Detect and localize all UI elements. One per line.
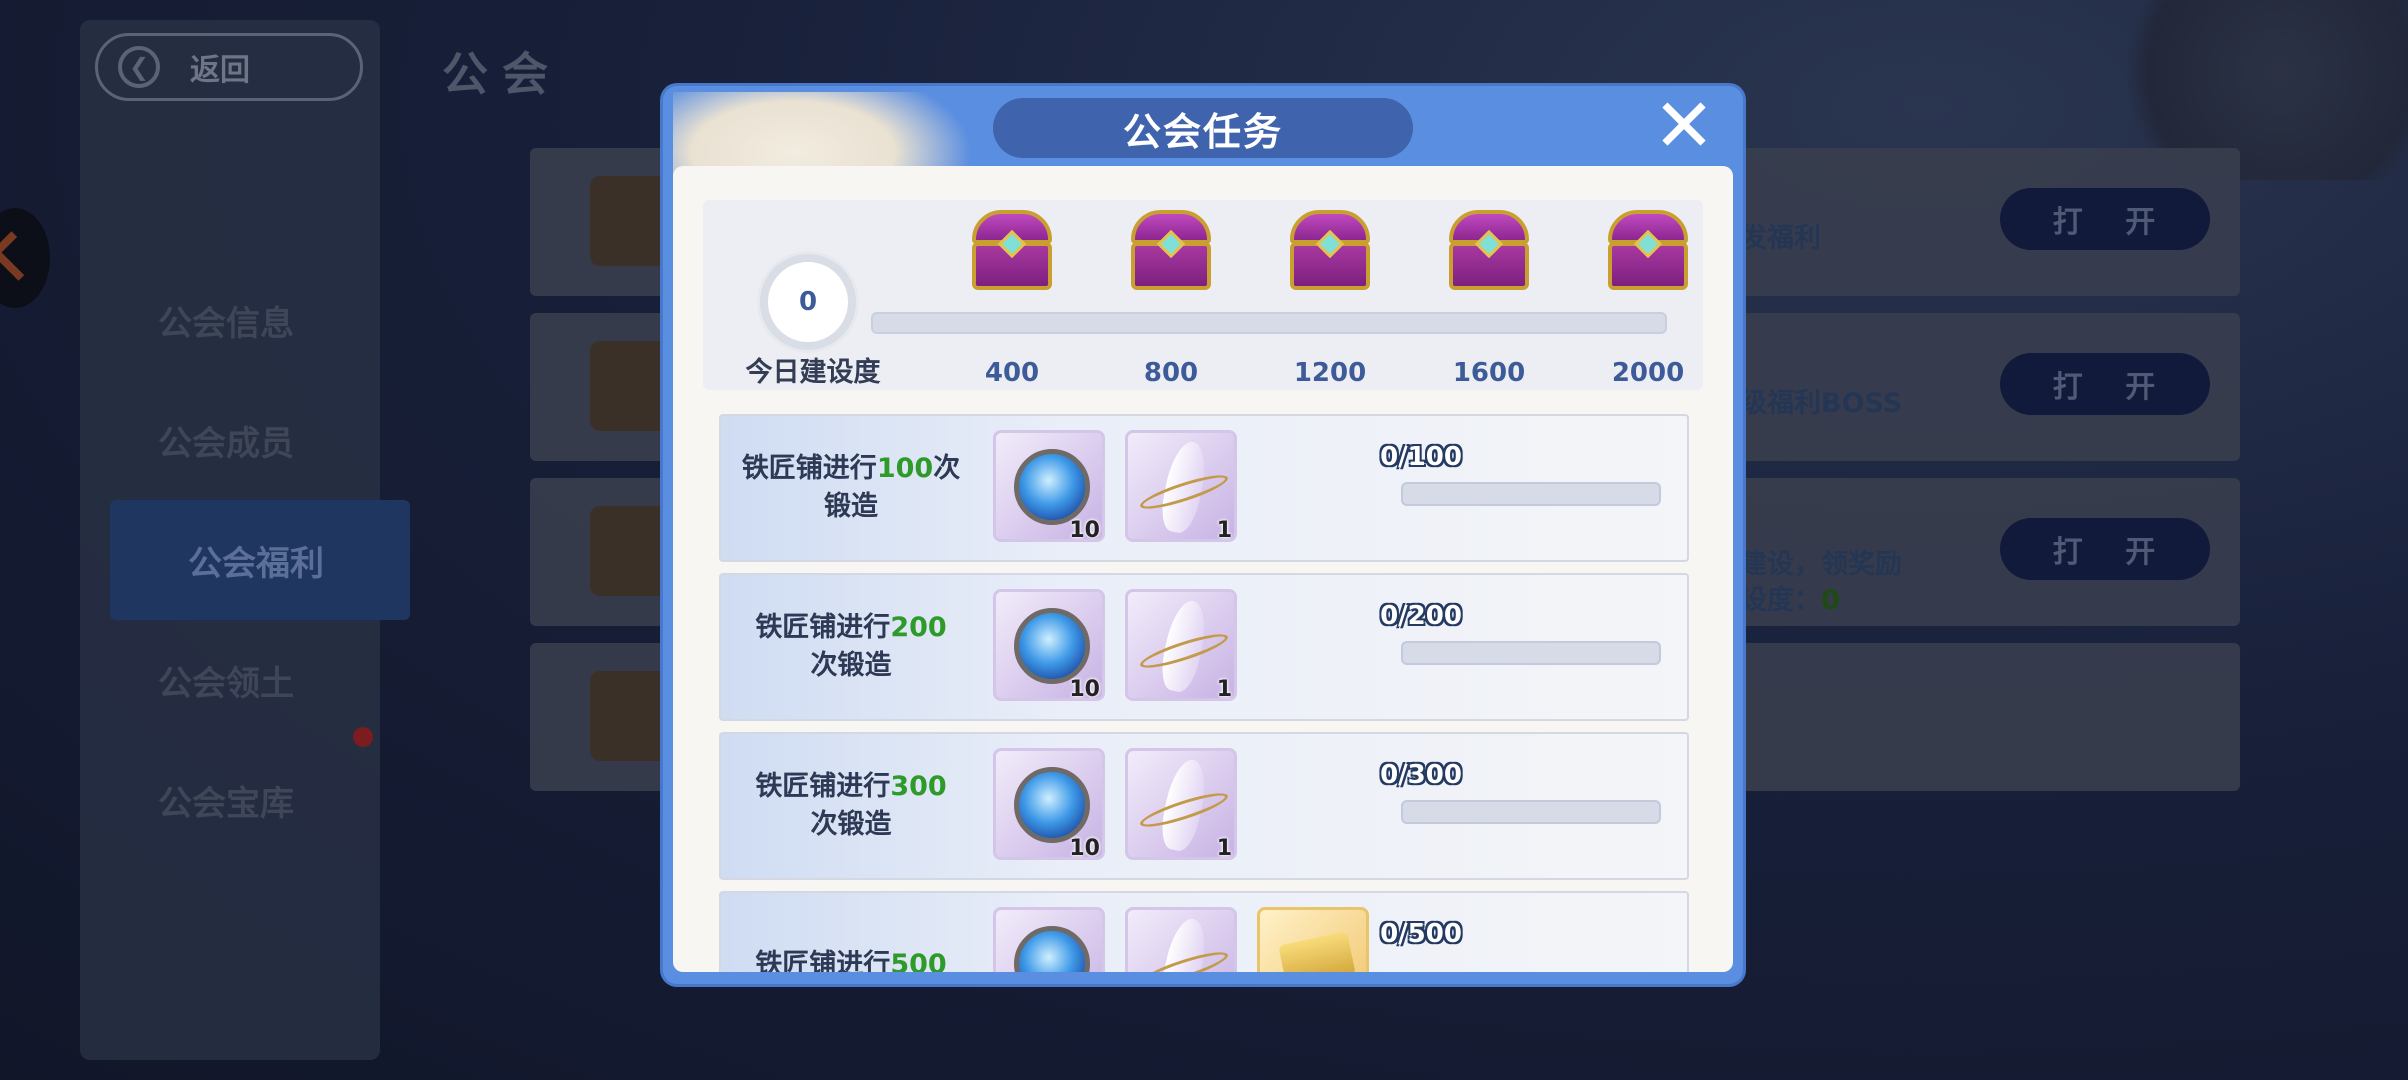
side-item-guild-welfare[interactable]: 公会福利	[110, 500, 410, 620]
task-progress-count: 0/500	[1380, 919, 1462, 949]
water-orb-icon[interactable]: 10	[993, 430, 1105, 543]
side-item-guild-members[interactable]: 公会成员	[110, 380, 410, 500]
task-text-line2: 次锻造	[810, 809, 892, 840]
task-row: 铁匠铺进行200 次锻造 10 1 0/200	[719, 573, 1689, 721]
task-progress-bar	[1401, 800, 1661, 824]
task-target-number: 100	[876, 453, 934, 484]
milestone-value: 1600	[1452, 358, 1526, 388]
reward-quantity: 10	[1069, 677, 1100, 702]
task-target-number: 200	[890, 612, 947, 643]
guild-task-modal: 公会任务 ✕ 0 今日建设度 400 800 1200 1600 2000 铁匠…	[663, 86, 1743, 984]
task-text-line2: 次锻造	[810, 650, 892, 681]
crystal-shard-icon[interactable]	[1125, 907, 1237, 972]
reward-chest-icon[interactable]	[1445, 210, 1533, 294]
money-bag-icon	[590, 341, 670, 431]
construction-progress-bar	[871, 312, 1667, 334]
house-icon	[590, 176, 670, 266]
task-description: 铁匠铺进行200 次锻造	[731, 575, 971, 719]
reward-chest-icon[interactable]	[1604, 210, 1692, 294]
task-progress-count: 0/100	[1380, 442, 1462, 472]
open-button[interactable]: 打 开	[2000, 188, 2210, 250]
book-icon	[590, 506, 670, 596]
reward-quantity: 10	[1069, 836, 1100, 861]
task-description: 铁匠铺进行300 次锻造	[731, 734, 971, 878]
task-row: 铁匠铺进行100次锻造 10 1 0/100	[719, 414, 1689, 562]
treasure-chest-icon	[590, 671, 670, 761]
reward-quantity: 1	[1216, 518, 1232, 543]
today-construction-label: 今日建设度	[745, 357, 881, 388]
card-build-value: 设度：0	[1740, 578, 1840, 617]
water-orb-icon[interactable]	[993, 907, 1105, 972]
milestone-value: 800	[1143, 358, 1199, 388]
reward-chest-icon[interactable]	[1127, 210, 1215, 294]
task-row: 铁匠铺进行500 0/500	[719, 891, 1689, 972]
open-button[interactable]: 打 开	[2000, 353, 2210, 415]
reward-chest-icon[interactable]	[1286, 210, 1374, 294]
notification-dot	[353, 727, 373, 747]
today-construction-value: 0	[760, 254, 856, 350]
crystal-shard-icon[interactable]: 1	[1125, 430, 1237, 543]
task-text-pre: 铁匠铺进行	[755, 949, 891, 972]
milestone-value: 400	[984, 358, 1040, 388]
back-label: 返回	[190, 53, 250, 88]
task-progress-count: 0/200	[1380, 601, 1462, 631]
card-build-prefix: 设度：	[1740, 585, 1821, 616]
reward-quantity: 1	[1216, 677, 1232, 702]
chevron-left-icon	[0, 231, 40, 281]
crystal-shard-icon[interactable]: 1	[1125, 589, 1237, 702]
milestone-value: 2000	[1611, 358, 1685, 388]
water-orb-icon[interactable]: 10	[993, 748, 1105, 861]
task-row: 铁匠铺进行300 次锻造 10 1 0/300	[719, 732, 1689, 880]
task-text-post: 次	[933, 453, 961, 484]
side-item-guild-treasury[interactable]: 公会宝库	[110, 740, 410, 860]
side-item-guild-territory[interactable]: 公会领土	[110, 620, 410, 740]
task-text-pre: 铁匠铺进行	[755, 771, 891, 802]
reward-chest-icon[interactable]	[968, 210, 1056, 294]
open-button[interactable]: 打 开	[2000, 518, 2210, 580]
task-text-line2: 锻造	[824, 491, 878, 522]
reward-quantity: 10	[1069, 518, 1100, 543]
page-title: 公会	[442, 47, 562, 101]
side-item-guild-info[interactable]: 公会信息	[110, 260, 410, 380]
reward-quantity: 1	[1216, 836, 1232, 861]
card-text: 发福利	[1740, 223, 1821, 254]
task-text-pre: 铁匠铺进行	[741, 453, 877, 484]
task-description: 铁匠铺进行100次锻造	[731, 416, 971, 560]
crystal-shard-icon[interactable]: 1	[1125, 748, 1237, 861]
card-build-number: 0	[1821, 585, 1840, 616]
back-button[interactable]: ❮ 返回	[95, 33, 363, 101]
construction-progress: 0 今日建设度 400 800 1200 1600 2000	[703, 200, 1703, 390]
task-target-number: 500	[890, 949, 947, 972]
milestone-value: 1200	[1293, 358, 1367, 388]
card-text: 建设，领奖励	[1740, 549, 1902, 580]
task-text-pre: 铁匠铺进行	[755, 612, 891, 643]
task-description: 铁匠铺进行500	[731, 893, 971, 972]
side-menu: 公会信息 公会成员 公会福利 公会领土 公会宝库	[110, 260, 410, 860]
close-icon[interactable]: ✕	[1653, 89, 1715, 163]
task-progress-bar	[1401, 482, 1661, 506]
task-progress-count: 0/300	[1380, 760, 1462, 790]
card-text: 级福利BOSS	[1740, 388, 1903, 419]
back-arrow-icon: ❮	[118, 46, 160, 88]
task-target-number: 300	[890, 771, 947, 802]
water-orb-icon[interactable]: 10	[993, 589, 1105, 702]
task-progress-bar	[1401, 641, 1661, 665]
modal-title: 公会任务	[993, 98, 1413, 158]
modal-body: 0 今日建设度 400 800 1200 1600 2000 铁匠铺进行100次…	[673, 166, 1733, 972]
side-menu-toggle[interactable]	[0, 208, 50, 308]
